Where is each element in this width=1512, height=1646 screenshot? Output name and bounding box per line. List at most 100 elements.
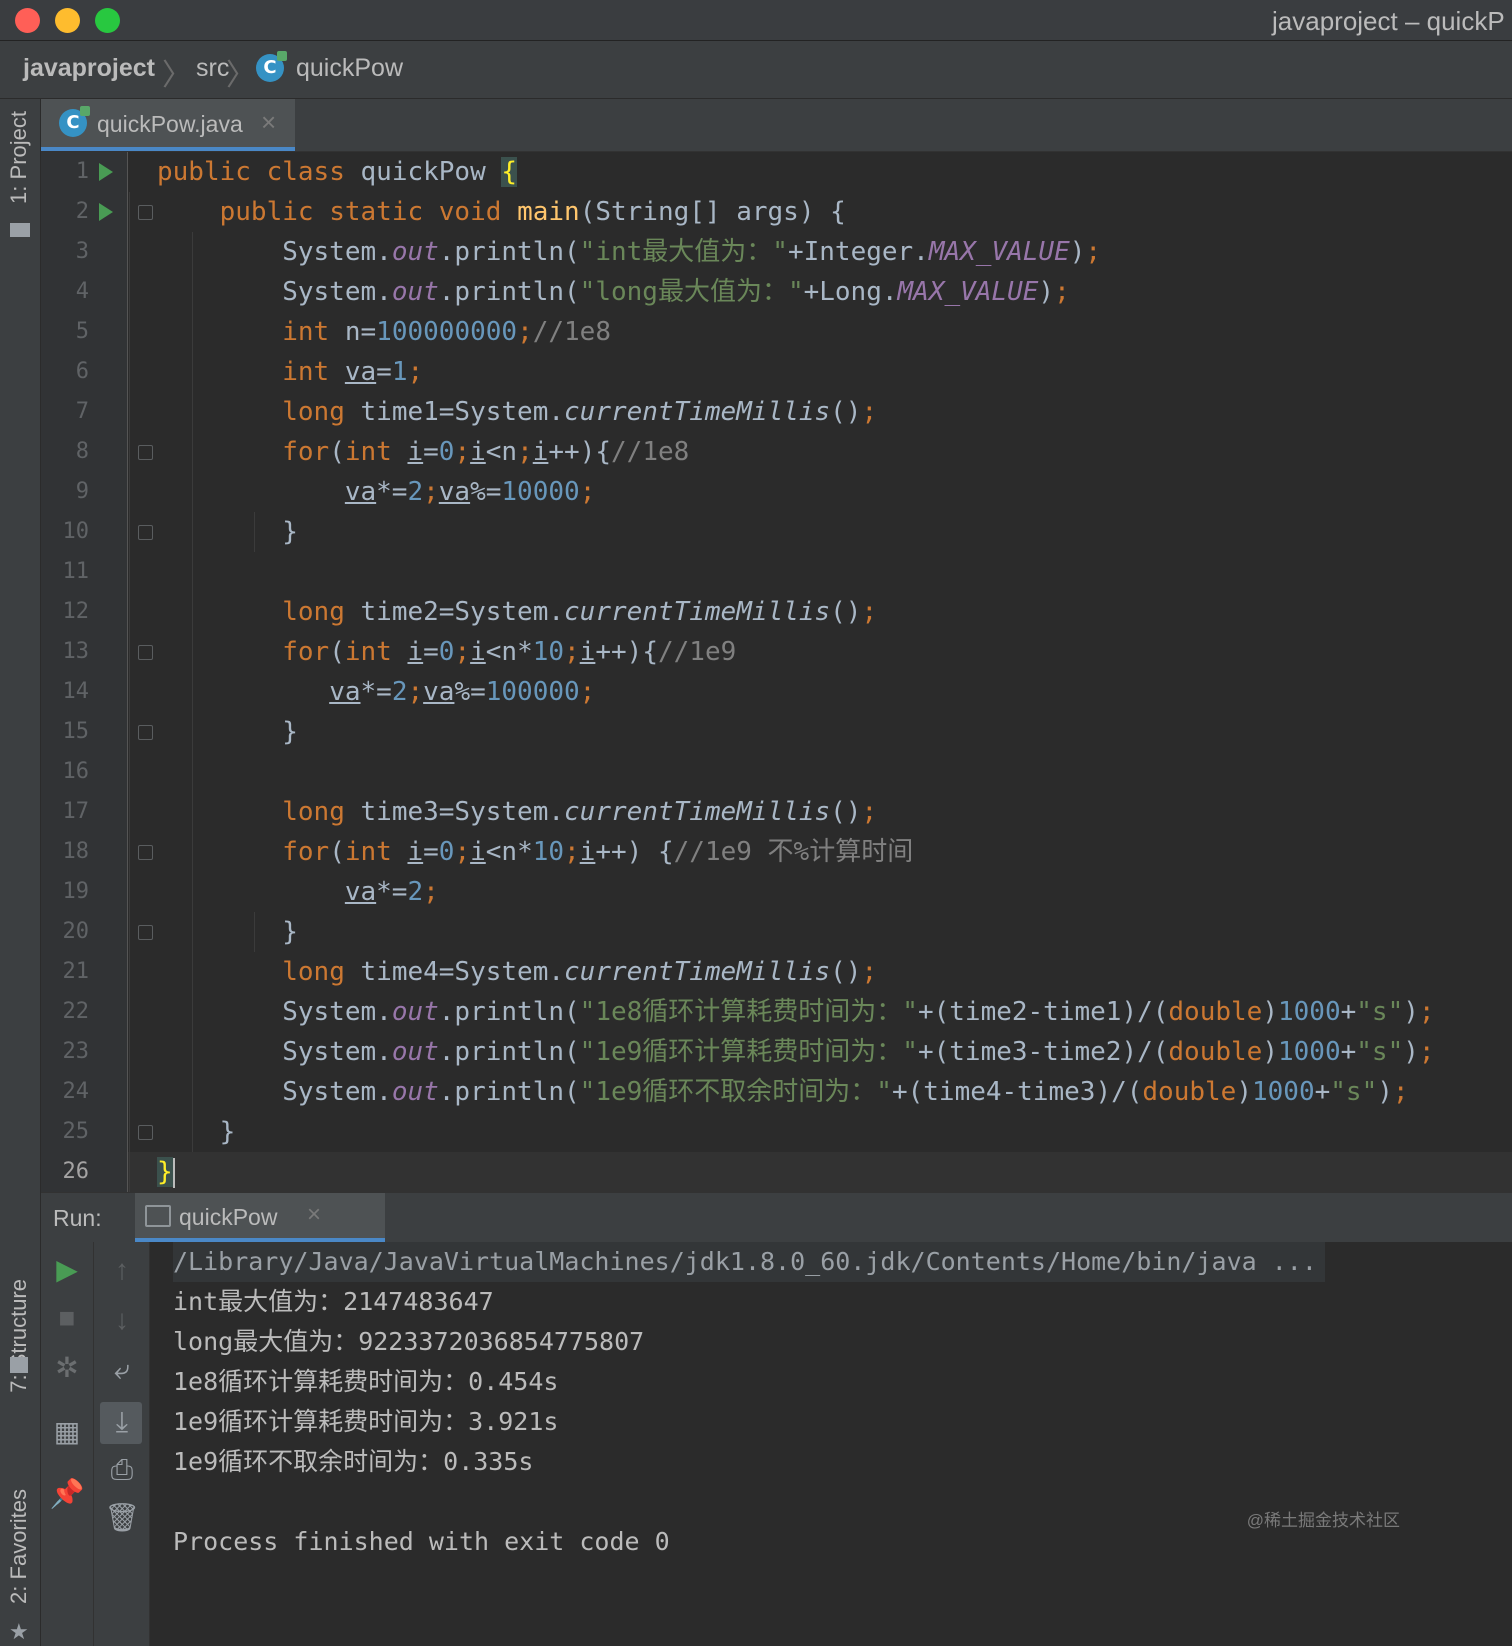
project-tool-window-tab[interactable]: 1: Project <box>6 111 32 204</box>
window-maximize-button[interactable] <box>95 8 120 33</box>
line-number: 5 <box>75 319 89 344</box>
code-line: int n=100000000;//1e8 <box>282 317 611 347</box>
editor-tab-label: quickPow.java <box>97 111 243 137</box>
layout-icon[interactable]: ▦ <box>47 1412 87 1452</box>
console-line: Process finished with exit code 0 <box>173 1527 670 1556</box>
scroll-to-end-icon[interactable]: ⤓ <box>102 1402 142 1442</box>
structure-tool-window-tab[interactable]: 7: Structure <box>6 1279 32 1393</box>
line-number: 4 <box>75 279 89 304</box>
close-icon[interactable]: × <box>307 1201 321 1229</box>
fold-marker-icon[interactable] <box>138 1125 153 1140</box>
fold-marker-icon[interactable] <box>138 845 153 860</box>
code-line: } <box>157 1157 175 1188</box>
line-number: 15 <box>62 719 90 744</box>
fold-marker-icon[interactable] <box>138 205 153 220</box>
favorites-tab-label: 2: Favorites <box>6 1489 31 1604</box>
print-icon[interactable]: ⎙ <box>102 1450 142 1490</box>
run-toolbar-primary: ▶ ■ ✲ ▦ 📌 <box>41 1242 94 1646</box>
class-icon: C <box>59 106 90 137</box>
breadcrumb-separator-icon: 〉 <box>162 59 192 92</box>
class-icon: C <box>256 51 287 82</box>
fold-marker-icon[interactable] <box>138 925 153 940</box>
fold-marker-icon[interactable] <box>138 725 153 740</box>
line-number: 18 <box>62 839 90 864</box>
line-number: 19 <box>62 879 90 904</box>
star-icon: ★ <box>9 1619 29 1644</box>
run-label: Run: <box>53 1205 102 1231</box>
run-gutter-icon[interactable] <box>99 203 113 221</box>
code-line: va*=2; <box>344 877 439 907</box>
line-number: 10 <box>62 519 90 544</box>
title-bar: javaproject – quickP <box>0 0 1512 41</box>
run-tab-quickpow[interactable]: quickPow × <box>135 1193 385 1242</box>
line-number: 9 <box>75 479 89 504</box>
code-line: } <box>157 917 298 947</box>
code-line: System.out.println("1e8循环计算耗费时间为："+(time… <box>157 997 1435 1027</box>
favorites-tool-window-tab[interactable]: 2: Favorites <box>6 1489 32 1604</box>
code-editor[interactable]: 1 2 3 4 5 6 7 8 9 10 11 12 13 14 15 16 17 18 19 20 21 22 23 24 2… <box>41 152 1512 1192</box>
code-line: } <box>157 517 298 547</box>
code-line: for(int i=0;i<n;i++){//1e8 <box>282 437 690 467</box>
line-number: 17 <box>62 799 90 824</box>
breadcrumb-project[interactable]: javaproject <box>23 54 155 83</box>
code-line: System.out.println("long最大值为："+Long.MAX_… <box>157 277 1070 307</box>
breadcrumb-folder[interactable]: src <box>196 54 229 83</box>
line-number: 26 <box>62 1159 90 1184</box>
code-line: System.out.println("int最大值为："+Integer.MA… <box>157 237 1102 267</box>
window-close-button[interactable] <box>15 8 40 33</box>
fold-marker-icon[interactable] <box>138 645 153 660</box>
code-line: for(int i=0;i<n*10;i++) {//1e9 不%计算时间 <box>282 837 914 867</box>
line-number: 14 <box>62 679 90 704</box>
line-number: 22 <box>62 999 90 1024</box>
down-arrow-icon[interactable]: ↓ <box>102 1300 142 1340</box>
console-line: int最大值为：2147483647 <box>173 1287 494 1316</box>
indent-guide <box>254 912 256 952</box>
code-line: System.out.println("1e9循环不取余时间为："+(time4… <box>157 1077 1409 1107</box>
code-line: public static void main(String[] args) { <box>219 197 846 227</box>
code-line: va*=2;va%=10000; <box>344 477 596 507</box>
code-line: long time2=System.currentTimeMillis(); <box>282 597 878 627</box>
line-number: 21 <box>62 959 90 984</box>
code-line: long time3=System.currentTimeMillis(); <box>282 797 878 827</box>
line-number: 12 <box>62 599 90 624</box>
console-icon <box>145 1205 171 1227</box>
close-icon[interactable]: × <box>261 107 276 138</box>
line-number: 7 <box>75 399 89 424</box>
console-output[interactable]: /Library/Java/JavaVirtualMachines/jdk1.8… <box>150 1242 1512 1646</box>
editor-tab-quickpow[interactable]: C quickPow.java × <box>41 99 295 151</box>
code-line: for(int i=0;i<n*10;i++){//1e9 <box>282 637 737 667</box>
run-icon[interactable]: ▶ <box>47 1250 87 1290</box>
line-number: 23 <box>62 1039 90 1064</box>
run-tab-label: quickPow <box>179 1204 278 1230</box>
code-line: } <box>157 717 298 747</box>
line-number: 25 <box>62 1119 90 1144</box>
breadcrumb-file[interactable]: quickPow <box>296 54 403 83</box>
run-gutter-icon[interactable] <box>99 163 113 181</box>
code-line: long time1=System.currentTimeMillis(); <box>282 397 878 427</box>
fold-marker-icon[interactable] <box>138 445 153 460</box>
window-minimize-button[interactable] <box>55 8 80 33</box>
stop-icon[interactable]: ■ <box>47 1298 87 1338</box>
up-arrow-icon[interactable]: ↑ <box>102 1250 142 1290</box>
line-number: 13 <box>62 639 90 664</box>
trash-icon[interactable]: 🗑 <box>102 1498 142 1538</box>
run-toolbar-secondary: ↑ ↓ ⤶ ⤓ ⎙ 🗑 <box>94 1242 150 1646</box>
code-line: int va=1; <box>282 357 424 387</box>
fold-marker-icon[interactable] <box>138 525 153 540</box>
console-line: 1e9循环计算耗费时间为：3.921s <box>173 1407 559 1436</box>
gutter-border <box>127 152 128 1192</box>
folder-icon <box>10 223 30 237</box>
structure-icon <box>10 1357 28 1373</box>
text-caret <box>172 1157 175 1188</box>
editor-tab-bar: C quickPow.java × <box>41 99 1512 152</box>
console-line: 1e9循环不取余时间为：0.335s <box>173 1447 534 1476</box>
soft-wrap-icon[interactable]: ⤶ <box>102 1350 142 1390</box>
line-number: 3 <box>75 239 89 264</box>
console-line: long最大值为：9223372036854775807 <box>173 1327 645 1356</box>
breadcrumb: javaproject 〉 src 〉 C quickPow <box>0 41 1512 99</box>
line-number: 6 <box>75 359 89 384</box>
line-number: 8 <box>75 439 89 464</box>
rerun-icon[interactable]: ✲ <box>47 1348 87 1388</box>
pin-icon[interactable]: 📌 <box>47 1474 87 1514</box>
line-number: 16 <box>62 759 90 784</box>
